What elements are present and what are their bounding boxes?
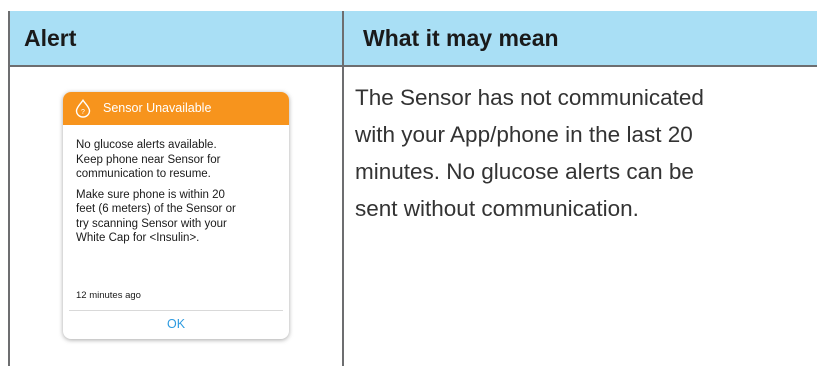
alert-body: No glucose alerts available. Keep phone … xyxy=(76,138,281,252)
sensor-unavailable-alert-card: ? Sensor Unavailable No glucose alerts a… xyxy=(63,92,289,339)
water-drop-question-icon: ? xyxy=(75,99,91,118)
alert-card-header: ? Sensor Unavailable xyxy=(63,92,289,125)
meaning-description: The Sensor has not communicated with you… xyxy=(355,85,704,221)
column-header-meaning: What it may mean xyxy=(363,25,559,51)
table-header-row: Alert What it may mean xyxy=(8,11,817,65)
svg-text:?: ? xyxy=(81,109,85,116)
alert-instructions: Make sure phone is within 20 feet (6 met… xyxy=(76,188,236,245)
alert-timestamp: 12 minutes ago xyxy=(76,290,141,301)
ok-button[interactable]: OK xyxy=(63,311,289,337)
alert-message: No glucose alerts available. Keep phone … xyxy=(76,139,221,180)
column-header-alert: Alert xyxy=(24,25,77,51)
alert-title: Sensor Unavailable xyxy=(103,101,212,115)
header-bottom-border xyxy=(8,65,817,67)
